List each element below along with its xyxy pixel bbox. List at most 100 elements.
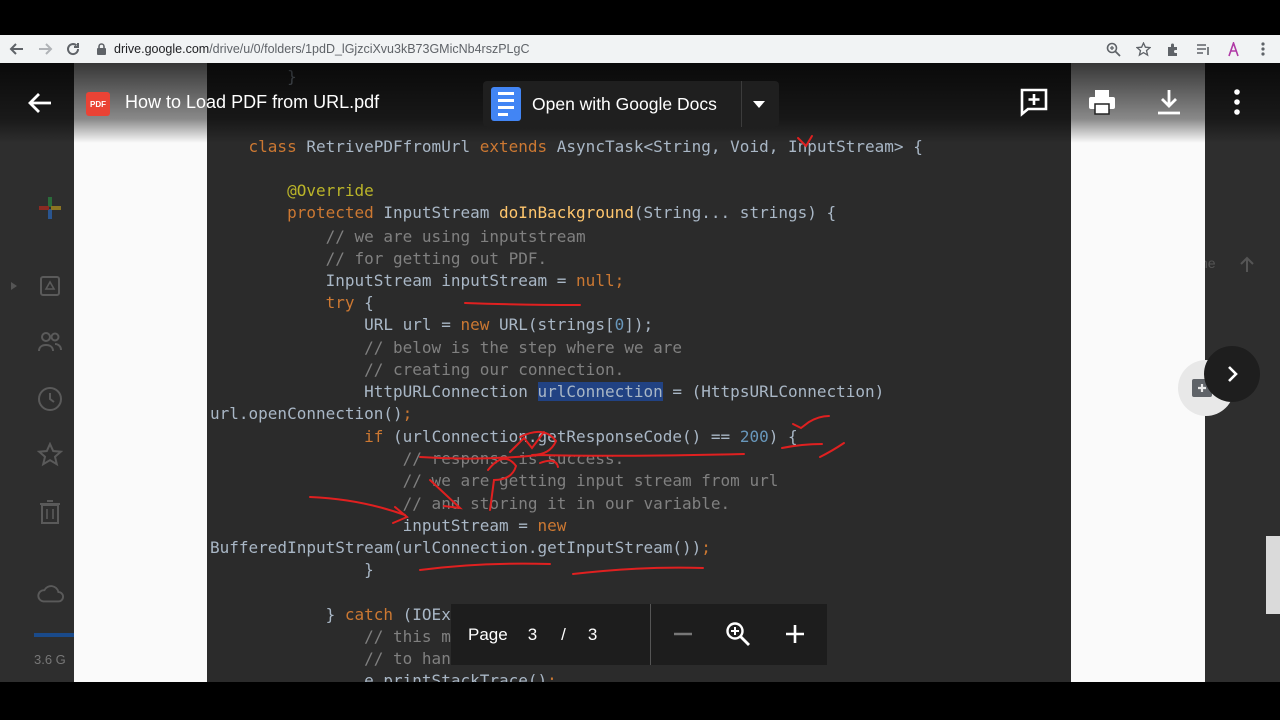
code-token: (String... strings) {	[633, 203, 837, 222]
code-token: // we are getting input stream from url	[210, 471, 779, 490]
zoom-icon[interactable]	[1104, 40, 1122, 58]
storage-cloud-icon[interactable]	[36, 579, 64, 607]
code-token: url.openConnection()	[210, 404, 403, 423]
code-token: InputStream inputStream =	[210, 271, 577, 290]
code-line: if (urlConnection.getResponseCode() == 2…	[210, 427, 798, 446]
shared-with-me-icon[interactable]	[36, 328, 64, 356]
add-comment-icon[interactable]	[1017, 85, 1051, 119]
download-icon[interactable]	[1152, 85, 1186, 119]
code-line: // and storing it in our variable.	[210, 494, 731, 513]
code-token: new	[460, 315, 499, 334]
bookmark-star-icon[interactable]	[1134, 40, 1152, 58]
open-with-label: Open with Google Docs	[532, 93, 717, 114]
new-plus-icon[interactable]	[36, 194, 64, 222]
code-token: URL(strings[	[498, 315, 615, 334]
code-line: try {	[210, 293, 374, 312]
viewer-toolbar: PDF How to Load PDF from URL.pdf Open wi…	[0, 63, 1280, 143]
open-with-separator	[741, 81, 742, 127]
code-token: }	[210, 605, 345, 624]
code-token: HttpURLConnection	[210, 382, 538, 401]
next-file-button[interactable]	[1204, 346, 1260, 402]
code-token: (urlConnection.getResponseCode() ==	[393, 427, 740, 446]
code-line: BufferedInputStream(urlConnection.getInp…	[210, 538, 711, 557]
google-docs-icon	[491, 87, 521, 121]
code-token: @Override	[210, 181, 374, 200]
open-with-button[interactable]: Open with Google Docs	[483, 81, 779, 127]
zoom-out-minus-icon[interactable]	[668, 619, 698, 649]
trash-icon[interactable]	[36, 498, 64, 526]
drive-background: 3.6 G ne } class RetrivePDFfromUrl exten…	[0, 63, 1280, 682]
code-token: protected	[210, 203, 384, 222]
print-icon[interactable]	[1085, 85, 1119, 119]
code-token: // for getting out PDF.	[210, 249, 548, 268]
zoom-in-plus-icon[interactable]	[780, 619, 810, 649]
drive-sidebar: 3.6 G	[0, 63, 74, 682]
code-line: // we are using inputstream	[210, 227, 586, 246]
code-token: catch	[344, 605, 403, 624]
page-controls-divider	[650, 604, 651, 665]
url-host: drive.google.com	[114, 42, 210, 56]
code-token: ) {	[768, 427, 798, 446]
scrollbar-thumb[interactable]	[1266, 536, 1280, 614]
code-token: doInBackground	[498, 203, 634, 222]
total-pages: 3	[587, 624, 598, 644]
code-token: urlConnection	[537, 382, 663, 401]
storage-text: 3.6 G	[34, 652, 66, 667]
my-drive-icon[interactable]	[36, 272, 64, 300]
code-token: // response is success.	[210, 449, 625, 468]
current-page-input[interactable]: 3	[528, 625, 537, 645]
code-token: ;	[547, 671, 557, 682]
zoom-magnifier-icon[interactable]	[723, 619, 753, 649]
code-token: // below is the step where we are	[210, 338, 683, 357]
code-token: ;	[402, 404, 413, 423]
code-token: // and storing it in our variable.	[210, 494, 731, 513]
reload-icon[interactable]	[62, 38, 84, 60]
url-path: /drive/u/0/folders/1pdD_lGjzciXvu3kB73GM…	[209, 42, 530, 56]
reading-list-icon[interactable]	[1194, 40, 1212, 58]
code-line: protected InputStream doInBackground(Str…	[210, 203, 836, 222]
close-viewer-arrow-icon[interactable]	[26, 89, 54, 117]
open-with-dropdown-icon[interactable]	[751, 97, 767, 111]
code-line: InputStream inputStream = null;	[210, 271, 625, 290]
code-line: inputStream = new	[210, 516, 567, 535]
code-line: // below is the step where we are	[210, 338, 682, 357]
code-token: ;	[614, 271, 625, 290]
code-line: // for getting out PDF.	[210, 249, 548, 268]
code-token: ]);	[624, 315, 654, 334]
code-token: }	[210, 560, 374, 579]
address-bar[interactable]: drive.google.com/drive/u/0/folders/1pdD_…	[94, 38, 1094, 60]
url-text: drive.google.com/drive/u/0/folders/1pdD_…	[114, 42, 529, 56]
forward-nav-icon[interactable]	[34, 38, 56, 60]
code-token: 0	[614, 315, 625, 334]
video-letterbox-top	[0, 0, 1280, 35]
code-token: try	[210, 293, 365, 312]
code-token: null	[576, 271, 615, 290]
storage-meter	[34, 633, 74, 637]
expand-caret-icon[interactable]	[4, 272, 24, 300]
code-token: {	[364, 293, 374, 312]
code-token: inputStream =	[210, 516, 538, 535]
code-token: = (HttpsURLConnection)	[662, 382, 885, 401]
sort-arrow-icon[interactable]	[1238, 256, 1256, 279]
code-line: }	[210, 560, 374, 579]
page-controls: Page 3 / 3	[451, 604, 827, 665]
code-token: ;	[701, 538, 711, 557]
code-token: new	[537, 516, 567, 535]
code-line: URL url = new URL(strings[0]);	[210, 315, 653, 334]
recent-clock-icon[interactable]	[36, 385, 64, 413]
code-token: // creating our connection.	[210, 360, 625, 379]
code-line: HttpURLConnection urlConnection = (Https…	[210, 382, 884, 401]
starred-icon[interactable]	[36, 441, 64, 469]
code-line: // we are getting input stream from url	[210, 471, 779, 490]
page-separator: /	[561, 624, 566, 644]
profile-extension-icon[interactable]	[1224, 40, 1242, 58]
extensions-icon[interactable]	[1164, 40, 1182, 58]
back-nav-icon[interactable]	[6, 38, 28, 60]
code-token: e.printStackTrace()	[210, 671, 548, 682]
pdf-file-icon: PDF	[86, 92, 110, 116]
code-token: InputStream	[383, 203, 499, 222]
browser-menu-icon[interactable]	[1254, 40, 1272, 58]
code-line: url.openConnection();	[210, 404, 412, 423]
code-token: if	[210, 427, 394, 446]
more-actions-icon[interactable]	[1220, 85, 1254, 119]
